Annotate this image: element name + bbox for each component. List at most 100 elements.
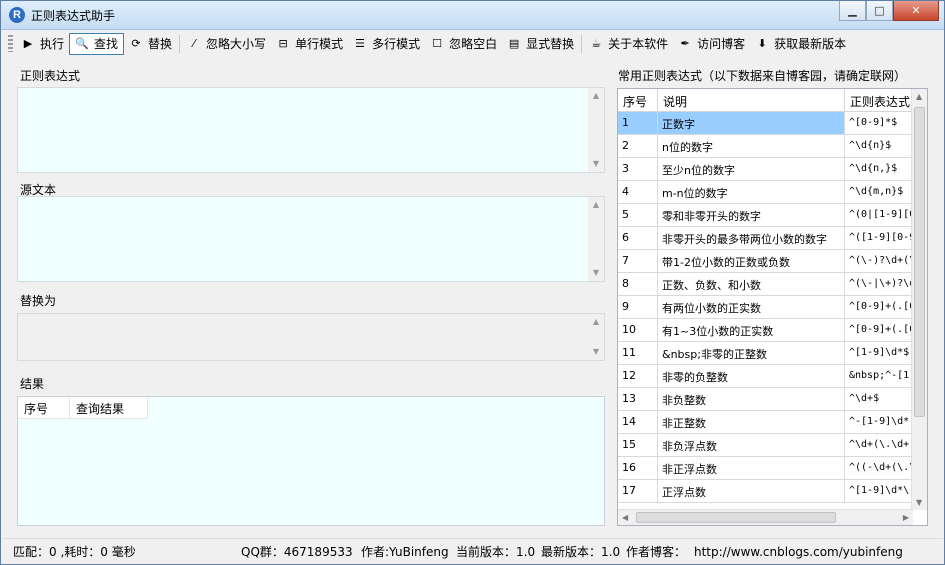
grid-row[interactable]: 8 正数、负数、和小数 ^(\-|\+)?\d [618, 273, 913, 296]
grid-hscroll-thumb[interactable] [636, 512, 836, 523]
row-regex: ^[1-9]\d*$ [845, 342, 913, 364]
row-description: 有1~3位小数的正实数 [658, 319, 845, 341]
replace-with-label: 替换为 [20, 294, 57, 308]
row-regex: ^(\-|\+)?\d [845, 273, 913, 295]
row-regex: ^\d{n}$ [845, 135, 913, 157]
scroll-down-icon[interactable]: ▼ [588, 156, 604, 172]
toolbar-separator [179, 34, 181, 53]
result-list[interactable]: 序号 查询结果 [17, 396, 605, 526]
explicit-replace-toggle[interactable]: ▤ 显式替换 [502, 33, 579, 55]
multi-line-label: 多行模式 [372, 37, 421, 51]
row-description: 非正浮点数 [658, 457, 845, 479]
current-version: 当前版本：1.0 [456, 545, 536, 559]
minimize-button[interactable]: ▁ [839, 1, 866, 21]
toolbar: ▶ 执行 🔍 查找 ⟳ 替换 ⁄ 忽略大小写 ⊟ 单行模式 ☰ 多行模式 ☐ 忽… [2, 31, 943, 56]
maximize-button[interactable]: □ [866, 1, 893, 21]
grid-row[interactable]: 6 非零开头的最多带两位小数的数字 ^([1-9][0-9 [618, 227, 913, 250]
blog-label: 作者博客： [626, 545, 687, 559]
scroll-down-icon[interactable]: ▼ [916, 498, 922, 507]
wand-icon: ⁄ [193, 37, 195, 50]
source-scrollbar[interactable]: ▲ ▼ [588, 197, 604, 281]
single-line-toggle[interactable]: ⊟ 单行模式 [271, 33, 348, 55]
grid-row[interactable]: 3 至少n位的数字 ^\d{n,}$ [618, 158, 913, 181]
scroll-up-icon[interactable]: ▲ [588, 314, 604, 330]
find-button[interactable]: 🔍 查找 [69, 32, 125, 55]
grid-horizontal-scrollbar[interactable]: ◀ ▶ [618, 509, 913, 525]
replace-scrollbar[interactable]: ▲ ▼ [588, 314, 604, 360]
regex-scrollbar[interactable]: ▲ ▼ [588, 88, 604, 172]
multi-line-toggle[interactable]: ☰ 多行模式 [348, 33, 425, 55]
row-description: 非零开头的最多带两位小数的数字 [658, 227, 845, 249]
checkbox-icon: ☐ [432, 37, 443, 50]
grid-row[interactable]: 15 非负浮点数 ^\d+(\.\d+) [618, 434, 913, 457]
row-description: 非零的负整数 [658, 365, 845, 387]
scroll-up-icon[interactable]: ▲ [588, 88, 604, 104]
visit-blog-button[interactable]: ✒ 访问博客 [673, 33, 750, 55]
row-regex: ^((-\d+(\.\ [845, 457, 913, 479]
grid-body: 1 正数字 ^[0-9]*$ 2 n位的数字 ^\d{n}$ 3 至少n位的数字 ^\d{n,}… [618, 112, 913, 503]
scroll-down-icon[interactable]: ▼ [588, 344, 604, 360]
replace-label: 替换 [148, 37, 173, 51]
latest-version: 最新版本：1.0 [541, 545, 621, 559]
get-latest-button[interactable]: ⬇ 获取最新版本 [750, 33, 851, 55]
status-bar: 匹配：0 ,耗时：0 毫秒 QQ群：467189533 作者:YuBinfeng… [2, 538, 943, 564]
scroll-left-icon[interactable]: ◀ [622, 513, 628, 522]
scroll-down-icon[interactable]: ▼ [588, 265, 604, 281]
source-text-input[interactable]: ▲ ▼ [17, 196, 605, 282]
scroll-right-icon[interactable]: ▶ [903, 513, 909, 522]
window-controls: ▁ □ ✕ [839, 1, 939, 21]
row-regex: ^\d{n,}$ [845, 158, 913, 180]
grid-row[interactable]: 17 正浮点数 ^[1-9]\d*\. [618, 480, 913, 503]
qq-group: QQ群：467189533 [241, 545, 353, 559]
close-button[interactable]: ✕ [893, 1, 939, 21]
grid-row[interactable]: 4 m-n位的数字 ^\d{m,n}$ [618, 181, 913, 204]
match-status: 匹配：0 ,耗时：0 毫秒 [13, 545, 136, 559]
grid-row[interactable]: 16 非正浮点数 ^((-\d+(\.\ [618, 457, 913, 480]
app-logo-icon: R [9, 7, 25, 23]
about-button[interactable]: ☕ 关于本软件 [584, 33, 673, 55]
blog-url-link[interactable]: http://www.cnblogs.com/yubinfeng [694, 545, 903, 559]
execute-label: 执行 [40, 37, 65, 51]
grid-vertical-scrollbar[interactable]: ▲ ▼ [911, 89, 927, 510]
grid-col-regex[interactable]: 正则表达式 [845, 89, 913, 111]
row-regex: ^(\-)?\d+(\ [845, 250, 913, 272]
grid-row[interactable]: 12 非零的负整数 &nbsp;^-[1- [618, 365, 913, 388]
grid-row[interactable]: 14 非正整数 ^-[1-9]\d* [618, 411, 913, 434]
grid-vscroll-thumb[interactable] [914, 107, 925, 417]
result-col-index[interactable]: 序号 [18, 397, 70, 418]
grid-row[interactable]: 5 零和非零开头的数字 ^(0|[1-9][0 [618, 204, 913, 227]
grid-row[interactable]: 10 有1~3位小数的正实数 ^[0-9]+(.[0 [618, 319, 913, 342]
row-index: 6 [618, 227, 658, 249]
row-index: 14 [618, 411, 658, 433]
grid-col-index[interactable]: 序号 [618, 89, 658, 111]
grid-row[interactable]: 11 &nbsp;非零的正整数 ^[1-9]\d*$ [618, 342, 913, 365]
execute-button[interactable]: ▶ 执行 [16, 33, 69, 55]
row-description: 有两位小数的正实数 [658, 296, 845, 318]
result-header: 序号 查询结果 [18, 397, 148, 419]
ignore-case-toggle[interactable]: ⁄ 忽略大小写 [182, 33, 271, 55]
row-index: 11 [618, 342, 658, 364]
result-label: 结果 [20, 377, 45, 391]
replace-with-input[interactable]: ▲ ▼ [17, 313, 605, 361]
regex-input[interactable]: ▲ ▼ [17, 87, 605, 173]
common-regex-grid[interactable]: 序号 说明 正则表达式 1 正数字 ^[0-9]*$ 2 n位的数字 ^\d{n}$ 3 至少… [617, 88, 928, 526]
grid-col-description[interactable]: 说明 [658, 89, 845, 111]
grid-row[interactable]: 9 有两位小数的正实数 ^[0-9]+(.[0 [618, 296, 913, 319]
stack-icon: ▤ [508, 37, 520, 50]
grid-row[interactable]: 2 n位的数字 ^\d{n}$ [618, 135, 913, 158]
ignore-whitespace-toggle[interactable]: ☐ 忽略空白 [425, 33, 502, 55]
grid-row[interactable]: 7 带1-2位小数的正数或负数 ^(\-)?\d+(\ [618, 250, 913, 273]
common-regex-title: 常用正则表达式（以下数据来自博客园，请确定联网） [618, 69, 907, 83]
grid-row[interactable]: 13 非负整数 ^\d+$ [618, 388, 913, 411]
row-index: 13 [618, 388, 658, 410]
toolbar-grip[interactable] [8, 35, 13, 52]
scroll-up-icon[interactable]: ▲ [916, 92, 922, 101]
result-col-value[interactable]: 查询结果 [70, 397, 148, 418]
scroll-up-icon[interactable]: ▲ [588, 197, 604, 213]
grid-row[interactable]: 1 正数字 ^[0-9]*$ [618, 112, 913, 135]
row-description: 正浮点数 [658, 480, 845, 502]
row-index: 16 [618, 457, 658, 479]
row-regex: ^[0-9]+(.[0 [845, 296, 913, 318]
row-description: 非负浮点数 [658, 434, 845, 456]
replace-button[interactable]: ⟳ 替换 [124, 33, 177, 55]
